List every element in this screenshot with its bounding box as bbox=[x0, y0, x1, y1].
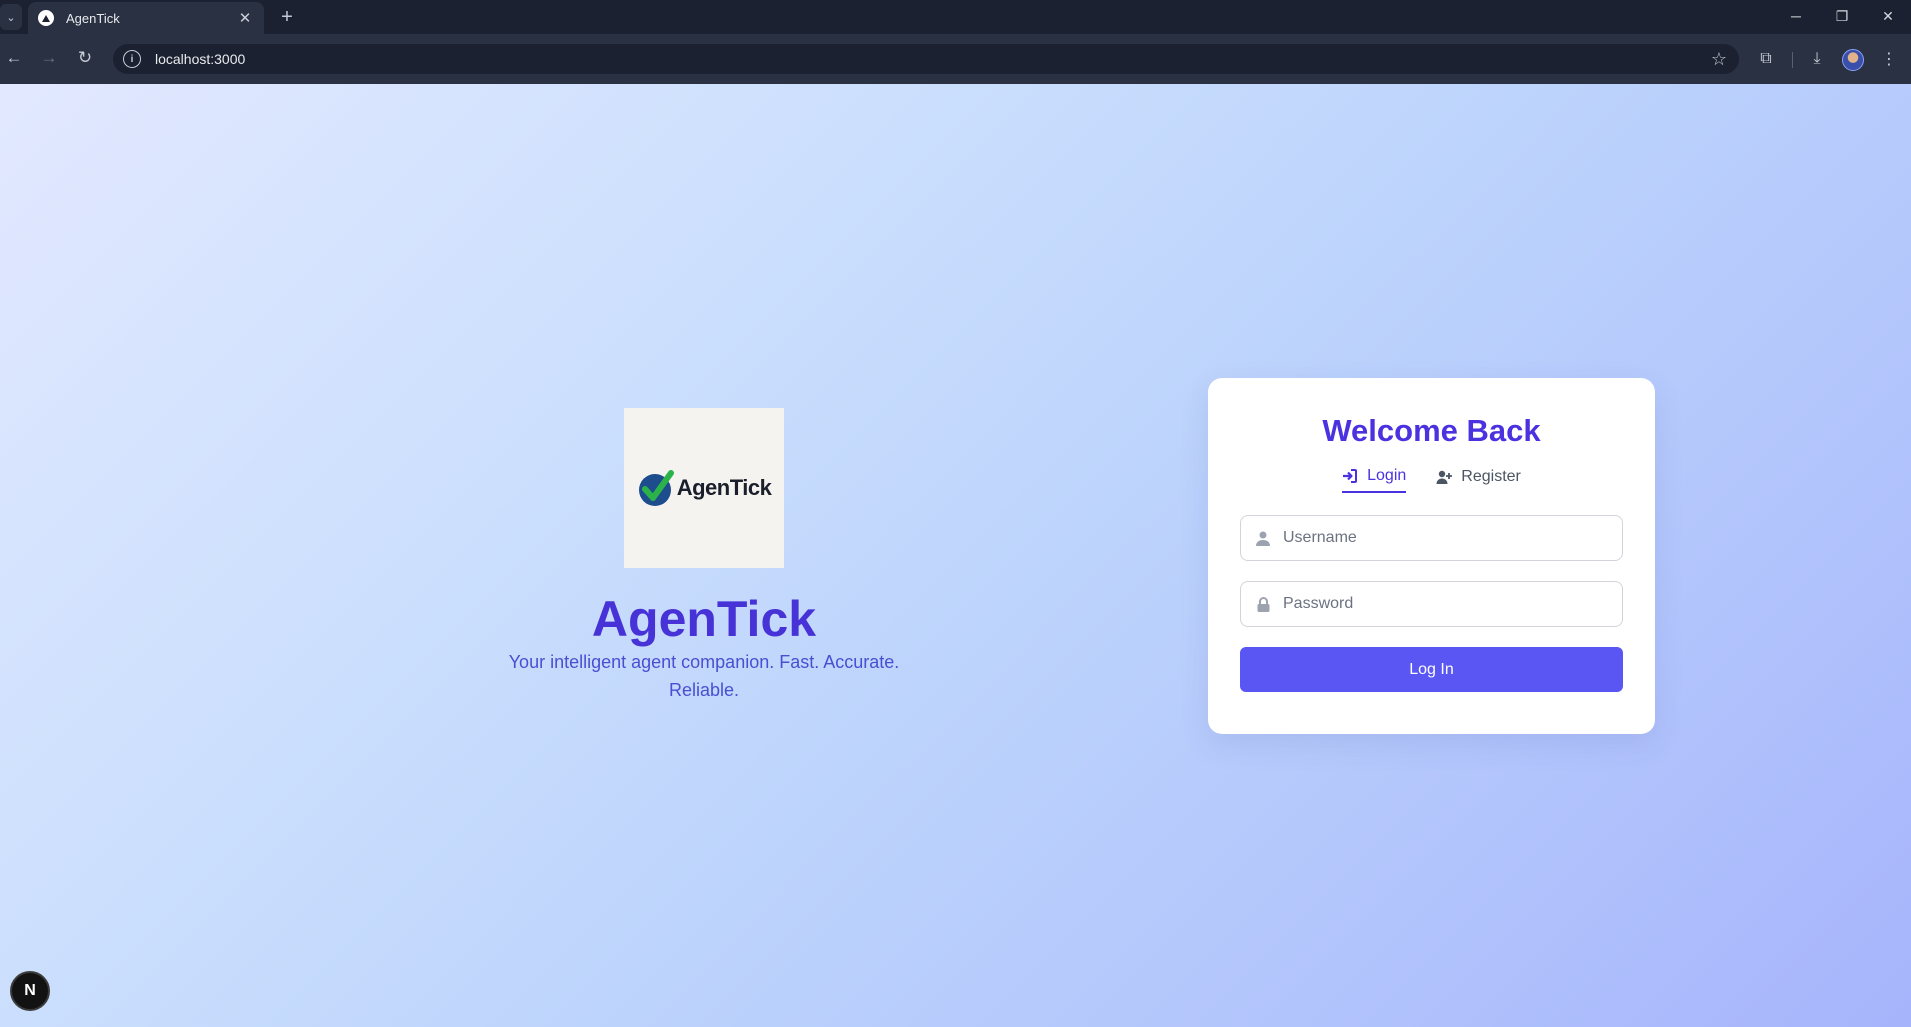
logo: AgenTick bbox=[624, 408, 784, 568]
nextjs-dev-badge[interactable]: N bbox=[10, 971, 50, 1011]
favicon-icon bbox=[38, 10, 54, 26]
browser-toolbar: ← → ↻ i localhost:3000 ☆ ⧉ ⤓ ⋮ bbox=[0, 34, 1911, 84]
tab-search-button[interactable]: ⌄ bbox=[0, 4, 22, 30]
tab-register[interactable]: Register bbox=[1436, 465, 1521, 493]
reload-icon[interactable]: ↻ bbox=[71, 44, 99, 72]
login-button[interactable]: Log In bbox=[1240, 647, 1623, 692]
address-bar[interactable]: i localhost:3000 ☆ bbox=[113, 44, 1739, 74]
profile-avatar[interactable] bbox=[1842, 49, 1864, 71]
password-field[interactable] bbox=[1240, 581, 1623, 627]
password-input[interactable] bbox=[1283, 595, 1622, 613]
tab-title: AgenTick bbox=[66, 10, 120, 26]
restore-icon[interactable]: ❐ bbox=[1819, 0, 1865, 32]
forward-arrow-icon[interactable]: → bbox=[35, 44, 63, 72]
brand-section: AgenTick AgenTick Your intelligent agent… bbox=[480, 408, 928, 704]
tab-register-label: Register bbox=[1461, 468, 1521, 485]
minimize-icon[interactable]: ─ bbox=[1773, 0, 1819, 32]
url-text[interactable]: localhost:3000 bbox=[155, 51, 1711, 67]
checkmark-logo-icon bbox=[638, 470, 674, 506]
extensions-icon[interactable]: ⧉ bbox=[1753, 46, 1779, 72]
card-title: Welcome Back bbox=[1322, 413, 1541, 448]
user-plus-icon bbox=[1436, 469, 1453, 485]
site-info-icon[interactable]: i bbox=[123, 50, 141, 68]
bookmark-star-icon[interactable]: ☆ bbox=[1711, 49, 1727, 70]
login-card: Welcome Back Login Register Username Log… bbox=[1208, 378, 1655, 734]
menu-dots-icon[interactable]: ⋮ bbox=[1876, 46, 1902, 72]
username-field[interactable] bbox=[1240, 515, 1623, 561]
new-tab-button[interactable]: + bbox=[274, 4, 300, 30]
close-window-icon[interactable]: ✕ bbox=[1865, 0, 1911, 32]
lock-icon bbox=[1255, 596, 1271, 612]
browser-tab-strip: ⌄ AgenTick ✕ + ─ ❐ ✕ bbox=[0, 0, 1911, 34]
tab-login[interactable]: Login bbox=[1342, 465, 1407, 493]
page-viewport: AgenTick AgenTick Your intelligent agent… bbox=[0, 84, 1911, 1027]
download-icon[interactable]: ⤓ bbox=[1804, 46, 1830, 72]
back-arrow-icon[interactable]: ← bbox=[0, 44, 28, 72]
brand-tagline: Your intelligent agent companion. Fast. … bbox=[508, 652, 900, 700]
username-input[interactable] bbox=[1283, 529, 1622, 547]
tab-close-icon[interactable]: ✕ bbox=[236, 9, 254, 27]
toolbar-divider bbox=[1792, 52, 1793, 68]
auth-tabs: Login Register bbox=[1240, 465, 1623, 493]
tab-login-label: Login bbox=[1367, 467, 1407, 484]
user-icon bbox=[1255, 530, 1271, 546]
logo-wordmark: AgenTick bbox=[676, 475, 772, 500]
sign-in-icon bbox=[1342, 468, 1358, 484]
browser-tab[interactable]: AgenTick ✕ bbox=[28, 2, 264, 34]
brand-title: AgenTick bbox=[591, 591, 817, 647]
